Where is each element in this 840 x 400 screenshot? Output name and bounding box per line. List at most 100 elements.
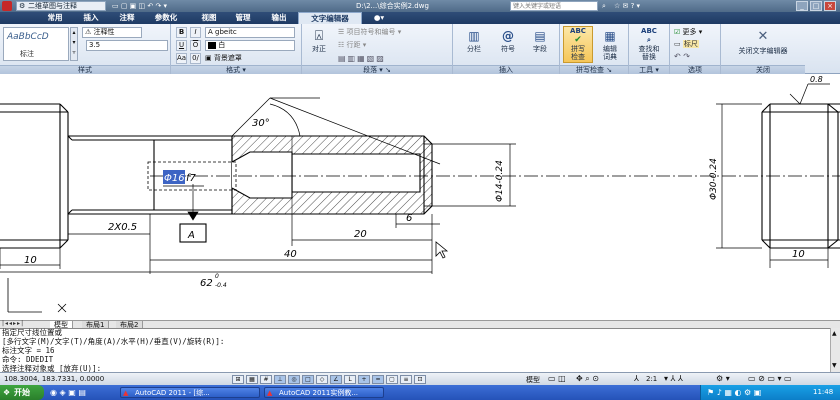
color-select[interactable]: 白: [205, 40, 295, 51]
tab-text-editor[interactable]: 文字编辑器: [298, 12, 362, 24]
ruler-icon: ▭: [674, 40, 683, 48]
clock: 11:48: [813, 388, 834, 396]
mouse-cursor-icon: [435, 241, 449, 259]
annotation-visibility-icons[interactable]: ▾ ⅄ ⅄: [664, 374, 683, 383]
text-height-select[interactable]: 3.5: [86, 40, 168, 51]
overline-button[interactable]: O: [190, 40, 201, 51]
line-spacing-button[interactable]: ☷ 行距 ▾: [338, 40, 450, 51]
model-space-toggle[interactable]: 模型: [526, 375, 540, 385]
text-case-icon[interactable]: Aa: [176, 53, 187, 64]
gallery-scroll[interactable]: ▴ ▾ ▿: [70, 27, 78, 61]
tab-annotate[interactable]: 注释: [112, 12, 142, 24]
field-button[interactable]: ▤ 字段: [525, 26, 555, 62]
columns-button[interactable]: ▥ 分栏: [459, 26, 489, 62]
polar-tracking-button[interactable]: ◎: [288, 375, 300, 384]
scroll-down-icon[interactable]: ▼: [832, 362, 837, 369]
oblique-icon[interactable]: 0/: [190, 53, 201, 64]
more-button[interactable]: ☑ 更多 ▾: [674, 27, 718, 38]
alignment-icons[interactable]: ▤▥▦▧▨: [338, 53, 450, 64]
tray-icons[interactable]: ⚑ ♪ ▦ ◐ ⚙ ▣: [707, 387, 761, 398]
snap-mode-button[interactable]: ▦: [246, 375, 258, 384]
insert-panel-title: 插入: [453, 65, 559, 74]
spell-check-button[interactable]: ABC ✔ 拼写 检查: [563, 26, 593, 63]
spell-panel-title[interactable]: 拼写检查 ↘: [560, 65, 628, 74]
paragraph-panel-title[interactable]: 段落 ▾ ↘: [302, 65, 452, 74]
close-text-editor-button[interactable]: ✕ 关闭文字编辑器: [725, 26, 801, 63]
3d-osnap-button[interactable]: ◇: [316, 375, 328, 384]
transparency-button[interactable]: ▢: [386, 375, 398, 384]
ribbon: AaBbCcD 标注 ▴ ▾ ▿ ⚠ 注释性 3.5 样式 B I U O Aa 0…: [0, 24, 840, 74]
edit-text-selected[interactable]: Φ16: [164, 173, 185, 184]
scroll-up-icon[interactable]: ▲: [832, 330, 837, 337]
undo-redo-icons[interactable]: ↶ ↷: [674, 51, 718, 62]
annotation-scale-icon[interactable]: ⅄: [634, 374, 639, 383]
autocad-logo-icon[interactable]: [2, 1, 12, 11]
bold-button[interactable]: B: [176, 27, 187, 38]
layout-tabs: |◂◂▸▸| 模型 布局1 布局2: [0, 320, 840, 329]
justify-button[interactable]: ⍓ 对正: [304, 26, 334, 62]
dynamic-ucs-button[interactable]: L: [344, 375, 356, 384]
status-tray-icons[interactable]: ▭ ⊘ ▭ ▾ ▭: [748, 374, 792, 383]
taskbar-autocad-window[interactable]: ▲ AutoCAD 2011 - [综...: [120, 387, 260, 398]
ribbon-options-icon[interactable]: ●▾: [368, 12, 390, 24]
quick-launch-icons[interactable]: ◉ ◈ ▣ ▤: [50, 387, 86, 398]
bullets-button[interactable]: ☰ 项目符号和编号 ▾: [338, 27, 450, 38]
dim-62-tol-lower: -0.4: [215, 282, 227, 289]
dictionary-icon: ▦: [604, 29, 616, 43]
minimize-button[interactable]: _: [796, 1, 808, 11]
object-snap-button[interactable]: □: [302, 375, 314, 384]
grid-display-button[interactable]: #: [260, 375, 272, 384]
search-icon[interactable]: ⌕: [602, 0, 606, 12]
tab-manage[interactable]: 管理: [228, 12, 258, 24]
maximize-button[interactable]: □: [810, 1, 822, 11]
pan-zoom-icons[interactable]: ✥ ⌕ ⊙: [576, 374, 599, 384]
font-select[interactable]: A gbeitc: [205, 27, 295, 38]
workspace-switch-icon[interactable]: ⚙ ▾: [716, 374, 730, 383]
help-toolbar-icons[interactable]: ☆ ✉ ? ▾: [614, 0, 640, 12]
close-button[interactable]: ×: [824, 1, 836, 11]
ruler-toggle[interactable]: ▭ 标尺: [674, 39, 718, 50]
command-window[interactable]: 指定尺寸线位置或 [多行文字(M)/文字(T)/角度(A)/水平(H)/垂直(V…: [0, 328, 830, 373]
edit-text-rest[interactable]: f7: [186, 173, 197, 184]
ortho-mode-button[interactable]: ⊥: [274, 375, 286, 384]
edit-dictionary-button[interactable]: ▦ 编辑 词典: [595, 26, 625, 63]
underline-button[interactable]: U: [176, 40, 187, 51]
layout-icons[interactable]: ▭ ◫: [548, 374, 566, 383]
drawing-area[interactable]: 30° 2X0.5 10 40 20 6 62 0 -0.4 Φ14-0.24 …: [0, 74, 840, 320]
command-scrollbar[interactable]: ▲ ▼: [830, 328, 840, 372]
italic-button[interactable]: I: [190, 27, 201, 38]
style-preview: AaBbCcD: [7, 32, 49, 42]
tab-view[interactable]: 视图: [194, 12, 224, 24]
find-replace-icon: ABC ⌕: [641, 27, 657, 44]
text-style-gallery[interactable]: AaBbCcD 标注: [3, 27, 69, 61]
style-panel-title: 样式: [0, 65, 170, 74]
selection-cycling-button[interactable]: ⊡: [414, 375, 426, 384]
paragraph-panel: ⍓ 对正 ☰ 项目符号和编号 ▾ ☷ 行距 ▾ ▤▥▦▧▨ 段落 ▾ ↘: [302, 24, 452, 74]
quick-properties-button[interactable]: ≡: [400, 375, 412, 384]
symbol-button[interactable]: @ 符号: [493, 26, 523, 62]
dynamic-input-button[interactable]: +: [358, 375, 370, 384]
object-snap-tracking-button[interactable]: ∠: [330, 375, 342, 384]
tab-output[interactable]: 输出: [262, 12, 296, 24]
quick-access-icons[interactable]: ▭ ▢ ▣ ◫ ↶ ↷ ▾: [112, 0, 167, 12]
format-panel-title[interactable]: 格式 ▾: [171, 65, 301, 74]
find-replace-button[interactable]: ABC ⌕ 查找和 替换: [632, 26, 666, 63]
lineweight-button[interactable]: ━: [372, 375, 384, 384]
tab-parametric[interactable]: 参数化: [146, 12, 186, 24]
infer-constraints-button[interactable]: ⊞: [232, 375, 244, 384]
tab-home[interactable]: 常用: [40, 12, 70, 24]
taskbar-tutorial-window[interactable]: ▲ AutoCAD 2011实例教...: [264, 387, 384, 398]
start-button[interactable]: ❖ 开始: [0, 385, 44, 400]
drawing-svg[interactable]: 30° 2X0.5 10 40 20 6 62 0 -0.4 Φ14-0.24 …: [0, 74, 840, 320]
annotative-toggle[interactable]: ⚠ 注释性: [82, 27, 142, 38]
tab-nav-arrows[interactable]: |◂◂▸▸|: [2, 320, 24, 327]
background-mask-button[interactable]: ▣ 背景遮罩: [205, 53, 295, 64]
workspace-selector[interactable]: ⚙ 二维草图与注释: [16, 1, 106, 11]
ucs-icon: [7, 278, 67, 313]
tab-insert[interactable]: 插入: [76, 12, 106, 24]
spell-check-panel: ABC ✔ 拼写 检查 ▦ 编辑 词典 拼写检查 ↘: [560, 24, 628, 74]
options-panel: ☑ 更多 ▾ ▭ 标尺 ↶ ↷ 选项: [670, 24, 720, 74]
annotation-scale[interactable]: 2:1: [646, 375, 657, 383]
search-input[interactable]: 键入关键字或短语: [510, 1, 598, 11]
tools-panel-title[interactable]: 工具 ▾: [629, 65, 669, 74]
